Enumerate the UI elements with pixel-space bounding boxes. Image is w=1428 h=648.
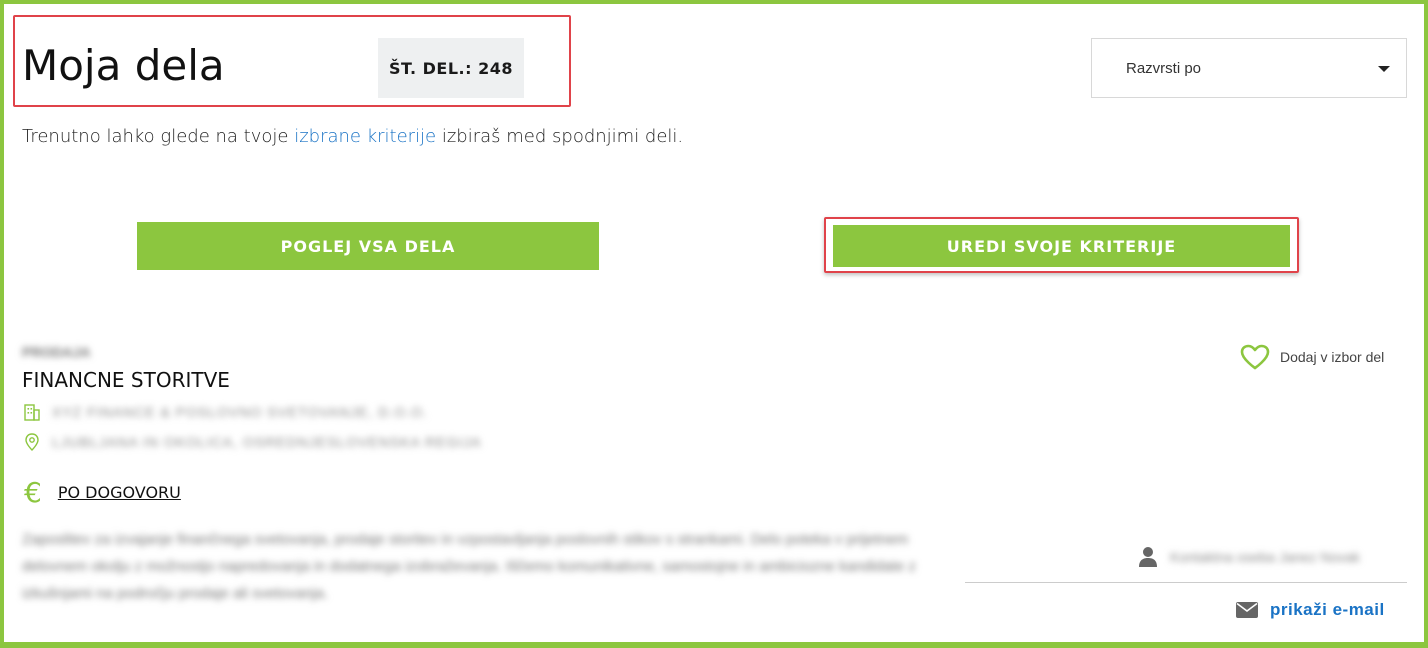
- sort-dropdown[interactable]: Razvrsti po: [1091, 38, 1407, 98]
- intro-text-before: Trenutno lahko glede na tvoje: [22, 126, 295, 147]
- job-description: Zaposlitev za izvajanje finančnega sveto…: [22, 531, 916, 602]
- selected-criteria-link[interactable]: izbrane kriterije: [294, 126, 436, 147]
- job-category: PRODAJA: [22, 344, 91, 360]
- heart-icon: [1240, 344, 1270, 370]
- job-title[interactable]: FINANCNE STORITVE: [22, 368, 230, 392]
- job-count-badge: ŠT. DEL.: 248: [378, 38, 524, 98]
- intro-text-after: izbiraš med spodnjimi deli.: [436, 126, 684, 147]
- salary-row: € PO DOGOVORU: [24, 476, 181, 509]
- contact-person-name: Kontaktna oseba Janez Novak: [1170, 549, 1360, 565]
- location-row: LJUBLJANA IN OKOLICA, OSREDNJESLOVENSKA …: [22, 432, 482, 452]
- edit-criteria-highlight-box: UREDI SVOJE KRITERIJE: [824, 217, 1299, 273]
- contact-person-row: Kontaktna oseba Janez Novak: [1138, 546, 1406, 568]
- view-all-jobs-button[interactable]: POGLEJ VSA DELA: [137, 222, 599, 270]
- add-to-favorites[interactable]: Dodaj v izbor del: [1240, 344, 1384, 370]
- job-location: LJUBLJANA IN OKOLICA, OSREDNJESLOVENSKA …: [52, 434, 482, 450]
- page-frame: Moja dela ŠT. DEL.: 248 Razvrsti po Tren…: [4, 4, 1424, 642]
- show-email-label: prikaži e-mail: [1270, 600, 1385, 619]
- chevron-down-icon: [1378, 66, 1390, 72]
- contact-divider: [965, 582, 1407, 583]
- euro-icon: €: [24, 476, 42, 509]
- sort-dropdown-label: Razvrsti po: [1126, 59, 1202, 77]
- edit-criteria-button[interactable]: UREDI SVOJE KRITERIJE: [833, 225, 1290, 267]
- page-title: Moja dela: [22, 41, 225, 90]
- user-icon: [1139, 547, 1157, 567]
- building-icon: [24, 404, 40, 421]
- show-email-link[interactable]: prikaži e-mail: [1236, 600, 1385, 620]
- add-to-favorites-label: Dodaj v izbor del: [1280, 349, 1385, 365]
- intro-text: Trenutno lahko glede na tvoje izbrane kr…: [22, 126, 683, 147]
- company-name: XYZ FINANCE & POSLOVNO SVETOVANJE, D.O.O…: [52, 404, 428, 420]
- envelope-icon: [1236, 602, 1258, 618]
- salary-value: PO DOGOVORU: [57, 483, 181, 502]
- company-row: XYZ FINANCE & POSLOVNO SVETOVANJE, D.O.O…: [22, 402, 428, 422]
- map-pin-icon: [25, 433, 39, 451]
